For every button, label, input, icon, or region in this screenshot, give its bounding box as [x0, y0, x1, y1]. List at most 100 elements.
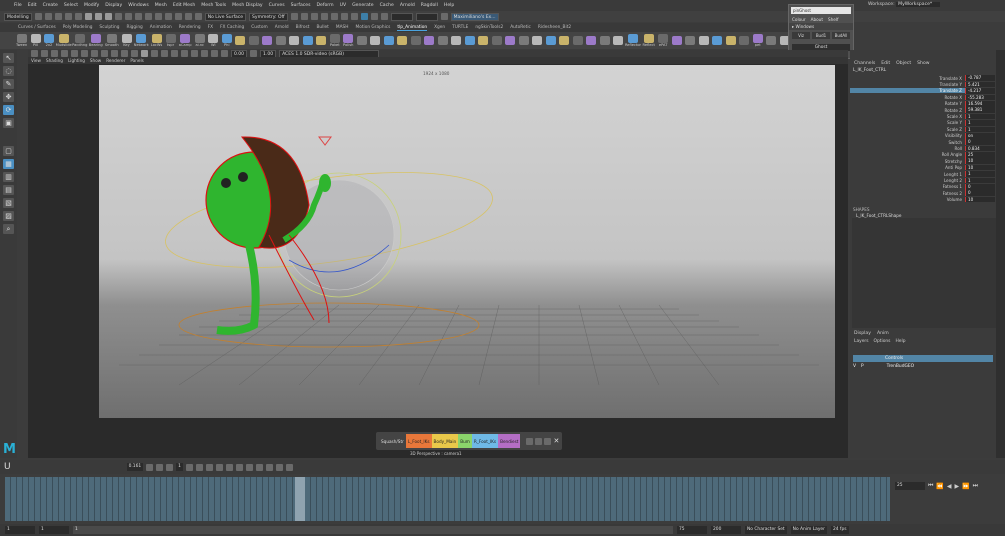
grid-icon[interactable]: [71, 50, 78, 57]
viewport-menu-renderer[interactable]: Renderer: [106, 58, 125, 63]
channel-row[interactable]: Lenght 21: [850, 177, 1005, 184]
picker-tool-icon-a[interactable]: [526, 437, 534, 445]
tween-icon[interactable]: [185, 463, 193, 471]
bookmark-icon[interactable]: [51, 50, 58, 57]
shelf-button[interactable]: Smooth: [105, 34, 119, 47]
current-frame-field[interactable]: 25: [895, 482, 925, 490]
shelf-button[interactable]: [370, 36, 381, 45]
resolution-gate-icon[interactable]: [91, 50, 98, 57]
range-end-field[interactable]: 75: [677, 526, 707, 534]
menu-edit-mesh[interactable]: Edit Mesh: [173, 3, 195, 8]
step-back-icon[interactable]: ⏪: [936, 483, 943, 490]
channel-row[interactable]: Translate Z -4.217: [850, 88, 1005, 94]
shelf-tab[interactable]: Curves / Surfaces: [18, 25, 56, 30]
current-frame-marker[interactable]: [295, 477, 305, 521]
snap-curve-icon[interactable]: [124, 13, 132, 20]
four-view-icon[interactable]: ▦: [3, 159, 14, 169]
shelf-button[interactable]: aCamp: [179, 34, 192, 47]
undo-icon[interactable]: [64, 13, 72, 20]
display-tab[interactable]: Display: [854, 331, 871, 336]
redo-icon[interactable]: [74, 13, 82, 20]
camera-attr-icon[interactable]: [41, 50, 48, 57]
channel-value[interactable]: 0: [965, 184, 995, 190]
shelf-button[interactable]: [424, 36, 435, 45]
shelf-button[interactable]: [356, 36, 368, 45]
shelf-button[interactable]: [302, 36, 314, 45]
gate-mask-icon[interactable]: [101, 50, 108, 57]
shelf-button[interactable]: ePAT: [658, 34, 669, 47]
ghost-menu-about[interactable]: About: [811, 17, 823, 22]
menu-modify[interactable]: Modify: [84, 3, 99, 8]
graph-layout-icon[interactable]: ▧: [3, 198, 14, 208]
channel-value[interactable]: 10: [965, 196, 995, 203]
shelf-button[interactable]: ai.nc: [194, 34, 206, 47]
shelf-button[interactable]: pet: [752, 34, 763, 47]
go-end-icon[interactable]: ⏭: [973, 482, 978, 490]
shelf-button[interactable]: [739, 36, 750, 45]
bud1-button[interactable]: Bud1: [812, 32, 830, 39]
two-view-icon[interactable]: ▥: [3, 172, 14, 182]
layer-row[interactable]: V P TrenBudGEO: [853, 363, 993, 370]
menu-mesh-tools[interactable]: Mesh Tools: [201, 3, 226, 8]
shelf-button[interactable]: [316, 36, 327, 45]
move-tool-icon[interactable]: ✥: [3, 92, 14, 102]
viewport-menu-view[interactable]: View: [31, 58, 41, 63]
snap-grid-icon[interactable]: [114, 13, 122, 20]
shelf-tab[interactable]: MASH: [336, 25, 349, 30]
shelf-tab[interactable]: Arnold: [275, 25, 289, 30]
ghost-menu-shelf[interactable]: Shelf: [828, 17, 839, 22]
shelf-tab[interactable]: AutoRetic: [510, 25, 531, 30]
channel-row[interactable]: Switch 0: [850, 139, 1005, 145]
shelf-tab[interactable]: FX: [208, 25, 213, 30]
field-b[interactable]: [415, 12, 438, 21]
workspace-dropdown[interactable]: MyWorkspace*: [896, 2, 941, 7]
shelf-button[interactable]: Tween: [16, 34, 27, 47]
shelf-button[interactable]: [766, 36, 777, 45]
shelf-button[interactable]: Polish: [343, 34, 354, 47]
channel-value[interactable]: 1: [965, 177, 995, 184]
shelf-button[interactable]: [491, 36, 503, 45]
menu-arnold[interactable]: Arnold: [400, 3, 415, 8]
layer-row[interactable]: Controls: [853, 355, 993, 362]
shelf-button[interactable]: LocWs: [151, 34, 162, 47]
shelf-button[interactable]: [559, 36, 570, 45]
shelf-tab[interactable]: Animation: [150, 25, 172, 30]
single-view-icon[interactable]: ▢: [3, 146, 14, 156]
channel-row[interactable]: Anti Pop 10: [850, 164, 1005, 171]
shelf-button[interactable]: [532, 36, 543, 45]
shelf-button[interactable]: Mudslide: [56, 34, 72, 47]
select-component-icon[interactable]: [104, 13, 112, 20]
menu-create[interactable]: Create: [43, 3, 58, 8]
copy-icon[interactable]: [245, 463, 253, 471]
character-dropdown[interactable]: Maximiliano's Ex...: [450, 12, 499, 21]
dope-sheet-icon[interactable]: [350, 13, 358, 20]
shadows-icon[interactable]: [171, 50, 178, 57]
menu-file[interactable]: File: [14, 3, 22, 8]
shelf-button[interactable]: [235, 36, 246, 45]
xray-joints-icon[interactable]: [211, 50, 218, 57]
shelf-button[interactable]: [599, 36, 611, 45]
shelf-button[interactable]: [685, 36, 696, 45]
range-start-field[interactable]: 1: [5, 526, 35, 534]
channel-row[interactable]: Stretchy 10: [850, 158, 1005, 165]
key-remove-icon[interactable]: [166, 463, 174, 471]
node-editor-icon[interactable]: [360, 13, 368, 20]
xray-icon[interactable]: [201, 50, 208, 57]
scale-tool-icon[interactable]: ▣: [3, 118, 14, 128]
channel-row[interactable]: Roll 0.834: [850, 145, 1005, 152]
nudge-right-icon[interactable]: [215, 463, 223, 471]
select-tool-icon[interactable]: ↖: [3, 53, 14, 63]
lights-icon[interactable]: [161, 50, 168, 57]
sculpt-icon[interactable]: [290, 13, 298, 20]
shelf-button[interactable]: [586, 36, 597, 45]
snap-plane-icon[interactable]: [144, 13, 152, 20]
outliner-icon[interactable]: [330, 13, 338, 20]
shelf-button[interactable]: [505, 36, 516, 45]
gamma-icon[interactable]: [250, 50, 258, 57]
budall-button[interactable]: BudAll: [832, 32, 850, 39]
render-icon[interactable]: [174, 13, 182, 20]
viewport-menu-show[interactable]: Show: [90, 58, 101, 63]
shelf-button[interactable]: [671, 36, 682, 45]
shelf-tab[interactable]: Sculpting: [99, 25, 119, 30]
shelf-button[interactable]: [725, 36, 736, 45]
